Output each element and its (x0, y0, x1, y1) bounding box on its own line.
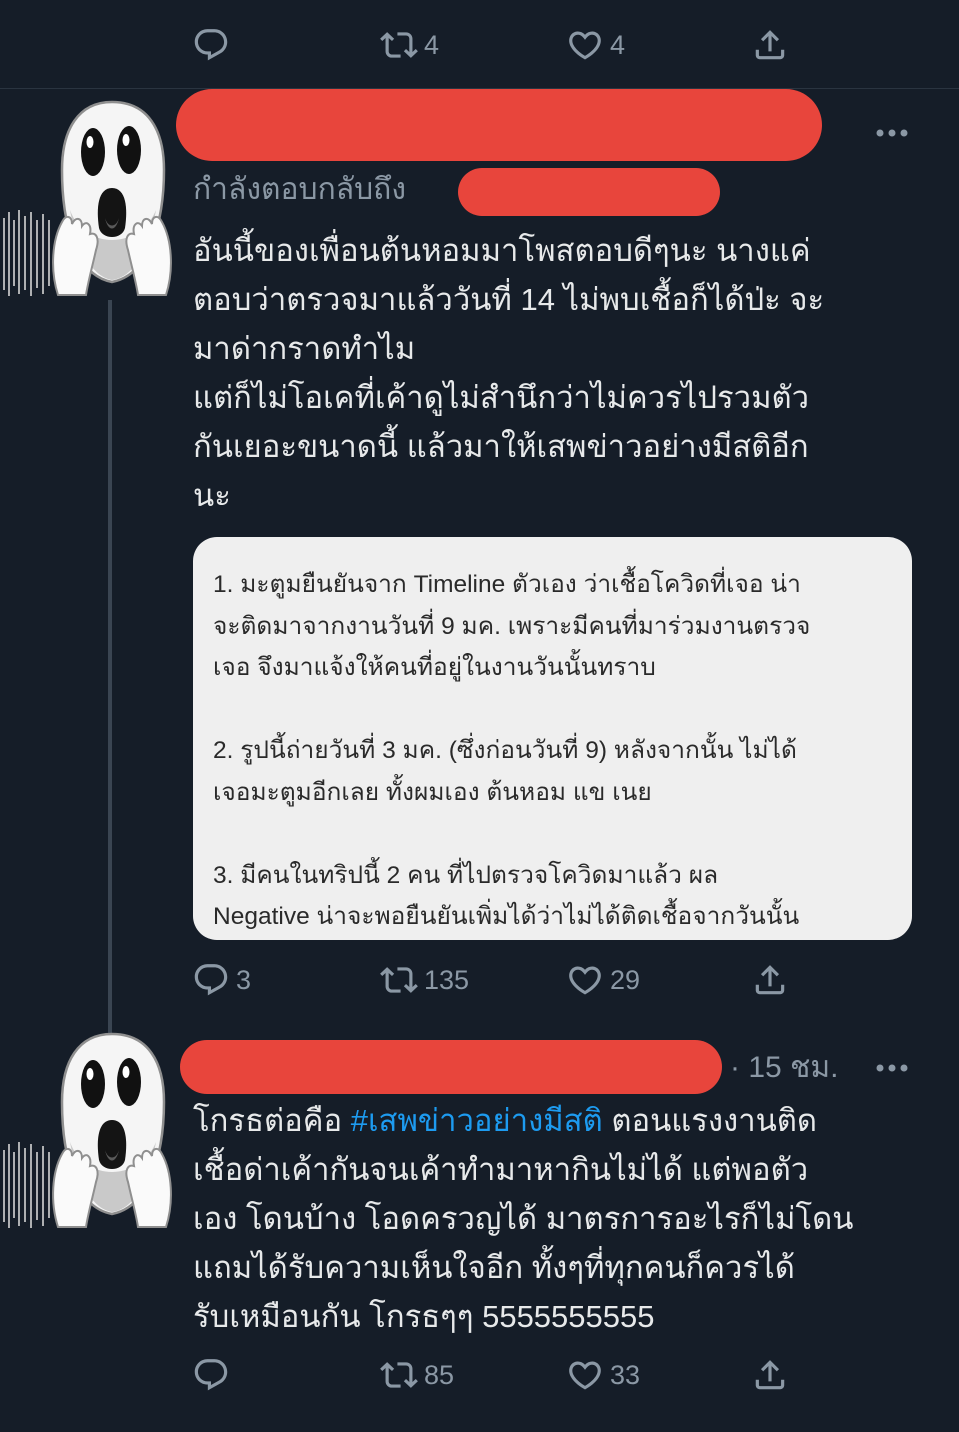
retweet-count: 135 (424, 965, 470, 995)
retweet-count: 85 (424, 1360, 455, 1390)
retweet-button[interactable]: 135 (380, 955, 469, 1005)
tweet-text-line: อันนี้ของเพื่อนต้นหอมมาโพสตอบดีๆนะ นางแค… (193, 233, 811, 268)
share-icon[interactable] (751, 961, 789, 999)
image-text-line: 2. รูปนี้ถ่ายวันที่ 3 มค. (ซึ่งก่อนวันที… (213, 737, 797, 764)
image-text-line: 1. มะตูมยืนยันจาก Timeline ตัวเอง ว่าเชื… (213, 571, 801, 598)
tweet-text-line: กันเยอะขนาดนี้ แล้วมาให้เสพข่าวอย่างมีสต… (193, 429, 809, 464)
tweet-text-line: โกรธต่อคือ #เสพข่าวอย่างมีสติ ตอนแรงงานต… (193, 1096, 938, 1145)
more-button[interactable] (873, 1053, 911, 1083)
tweet-text-line: ตอบว่าตรวจมาแล้ววันที่ 14 ไม่พบเชื้อก็ได… (193, 282, 825, 317)
like-count: 33 (610, 1360, 641, 1390)
tweet-text: อันนี้ของเพื่อนต้นหอมมาโพสตอบดีๆนะ นางแค… (193, 226, 938, 520)
tweet-text-line: เชื้อด่าเค้ากันจนเค้าทำมาหากินไม่ได้ แต่… (193, 1152, 809, 1187)
like-button[interactable]: 29 (566, 955, 640, 1005)
reply-icon[interactable] (192, 961, 230, 999)
tweet-text-segment: ตอนแรงงานติด (602, 1103, 818, 1138)
image-text-paragraph: 1. มะตูมยืนยันจาก Timeline ตัวเอง ว่าเชื… (213, 564, 892, 689)
image-text-line: 3. มีคนในทริปนี้ 2 คน ที่ไปตรวจโควิดมาแล… (213, 861, 719, 889)
screaming-face-sticker-icon (3, 100, 172, 296)
more-icon[interactable] (873, 118, 911, 148)
tweet-action-bar: 85 33 (0, 1350, 959, 1400)
replying-to-label: กำลังตอบกลับถึง (193, 173, 406, 206)
share-button[interactable] (751, 1350, 789, 1400)
image-text-line: เจอมะตูมอีกเลย ทั้งผมเอง ต้นหอม แข เนย (213, 778, 652, 806)
redacted-reply-handle (458, 168, 720, 216)
tweet-timestamp[interactable]: · 15 ชม. (730, 1048, 839, 1088)
tweet-text-segment: โกรธต่อคือ (193, 1103, 351, 1138)
retweet-icon[interactable] (380, 1356, 418, 1394)
attached-image[interactable]: 1. มะตูมยืนยันจาก Timeline ตัวเอง ว่าเชื… (193, 537, 912, 940)
tweet-text-line: นะ (193, 478, 231, 513)
retweet-count: 4 (424, 30, 440, 60)
tweet-text-line: แต่ก็ไม่โอเคที่เค้าดูไม่สำนึกว่าไม่ควรไป… (193, 380, 810, 415)
image-text-line: เจอ จึงมาแจ้งให้คนที่อยู่ในงานวันนั้นทรา… (213, 654, 656, 681)
like-button[interactable]: 4 (566, 20, 625, 70)
tweet-text-line: แถมได้รับความเห็นใจอีก ทั้งๆที่ทุกคนก็คว… (193, 1250, 795, 1285)
image-text-line: Negative น่าจะพอยืนยันเพิ่มได้ว่าไม่ได้ต… (213, 903, 800, 930)
avatar[interactable] (0, 100, 175, 300)
tweet-text: โกรธต่อคือ #เสพข่าวอย่างมีสติ ตอนแรงงานต… (193, 1096, 938, 1341)
like-icon[interactable] (566, 26, 604, 64)
share-button[interactable] (751, 20, 789, 70)
thread-line (108, 300, 112, 1040)
retweet-icon[interactable] (380, 961, 418, 999)
image-text-paragraph: 3. มีคนในทริปนี้ 2 คน ที่ไปตรวจโควิดมาแล… (213, 855, 892, 938)
avatar[interactable] (0, 1032, 175, 1232)
reply-count: 3 (236, 965, 252, 995)
more-button[interactable] (873, 118, 911, 148)
reply-icon[interactable] (192, 26, 230, 64)
reply-icon[interactable] (192, 1356, 230, 1394)
image-text-line: จะติดมาจากงานวันที่ 9 มค. เพราะมีคนที่มา… (213, 612, 811, 640)
redacted-display-name (180, 1040, 722, 1094)
tweet-text-line: เอง โดนบ้าง โอดครวญได้ มาตรการอะไรก็ไม่โ… (193, 1201, 854, 1236)
share-icon[interactable] (751, 26, 789, 64)
tweet-text-line: มาด่ากราดทำไม (193, 331, 416, 366)
like-button[interactable]: 33 (566, 1350, 640, 1400)
tweet-text-line: รับเหมือนกัน โกรธๆๆ 5555555555 (193, 1299, 655, 1334)
reply-button[interactable] (192, 20, 230, 70)
share-icon[interactable] (751, 1356, 789, 1394)
like-icon[interactable] (566, 1356, 604, 1394)
tweet-action-bar: 3 135 29 (0, 955, 959, 1005)
redacted-display-name (176, 89, 822, 161)
reply-button[interactable] (192, 1350, 230, 1400)
reply-button[interactable]: 3 (192, 955, 251, 1005)
retweet-button[interactable]: 85 (380, 1350, 454, 1400)
retweet-icon[interactable] (380, 26, 418, 64)
image-text-paragraph: 2. รูปนี้ถ่ายวันที่ 3 มค. (ซึ่งก่อนวันที… (213, 730, 892, 813)
share-button[interactable] (751, 955, 789, 1005)
like-count: 29 (610, 965, 641, 995)
hashtag-link[interactable]: #เสพข่าวอย่างมีสติ (351, 1103, 603, 1138)
like-icon[interactable] (566, 961, 604, 999)
retweet-button[interactable]: 4 (380, 20, 439, 70)
like-count: 4 (610, 30, 626, 60)
more-icon[interactable] (873, 1053, 911, 1083)
previous-tweet-action-bar: 4 4 (0, 20, 959, 70)
screaming-face-sticker-icon (3, 1032, 172, 1228)
